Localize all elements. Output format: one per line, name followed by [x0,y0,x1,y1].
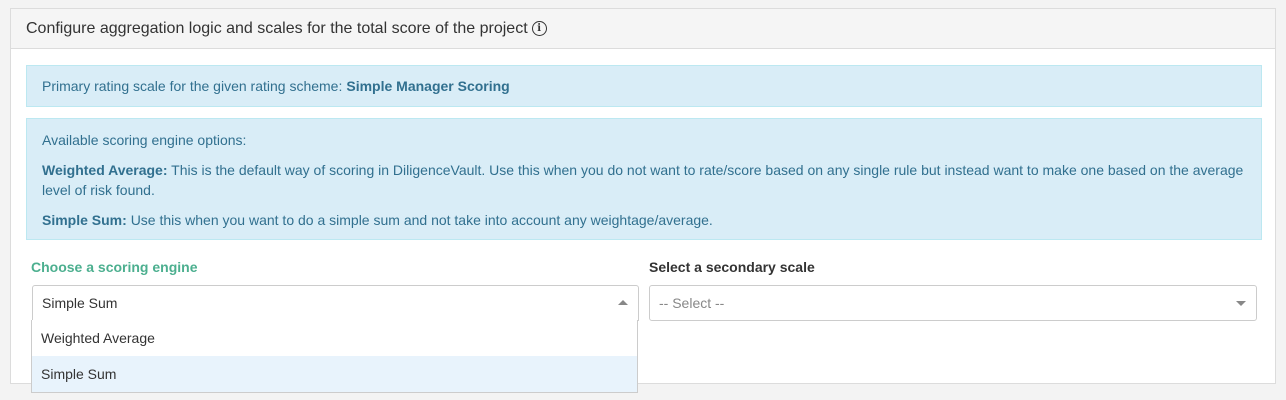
chevron-down-icon [1236,301,1246,306]
dropdown-option-weighted-average[interactable]: Weighted Average [32,320,637,356]
secondary-scale-placeholder: -- Select -- [659,295,725,311]
weighted-average-text: This is the default way of scoring in Di… [42,162,1244,198]
options-heading: Available scoring engine options: [42,132,247,148]
simple-sum-description: Simple Sum: Use this when you want to do… [42,210,1246,230]
primary-scale-name: Simple Manager Scoring [346,78,510,94]
primary-scale-text: Primary rating scale for the given ratin… [42,78,343,94]
chevron-up-icon [618,300,628,305]
simple-sum-label: Simple Sum: [42,212,127,228]
scoring-engine-label: Choose a scoring engine [31,259,198,275]
weighted-average-description: Weighted Average: This is the default wa… [42,160,1246,200]
info-circle-icon[interactable]: i [531,21,547,36]
dropdown-option-simple-sum[interactable]: Simple Sum [32,356,637,392]
scoring-engine-select[interactable]: Simple Sum [32,285,639,321]
simple-sum-text: Use this when you want to do a simple su… [130,212,713,228]
primary-scale-alert: Primary rating scale for the given ratin… [26,65,1262,107]
secondary-scale-label: Select a secondary scale [649,259,815,275]
panel-title: Configure aggregation logic and scales f… [26,19,528,37]
scoring-options-alert: Available scoring engine options: Weight… [26,118,1262,240]
scoring-engine-selected-value: Simple Sum [42,295,118,311]
panel-header: Configure aggregation logic and scales f… [11,9,1275,49]
weighted-average-label: Weighted Average: [42,162,168,178]
scoring-engine-dropdown: Weighted Average Simple Sum [31,320,638,393]
secondary-scale-select[interactable]: -- Select -- [649,285,1257,321]
